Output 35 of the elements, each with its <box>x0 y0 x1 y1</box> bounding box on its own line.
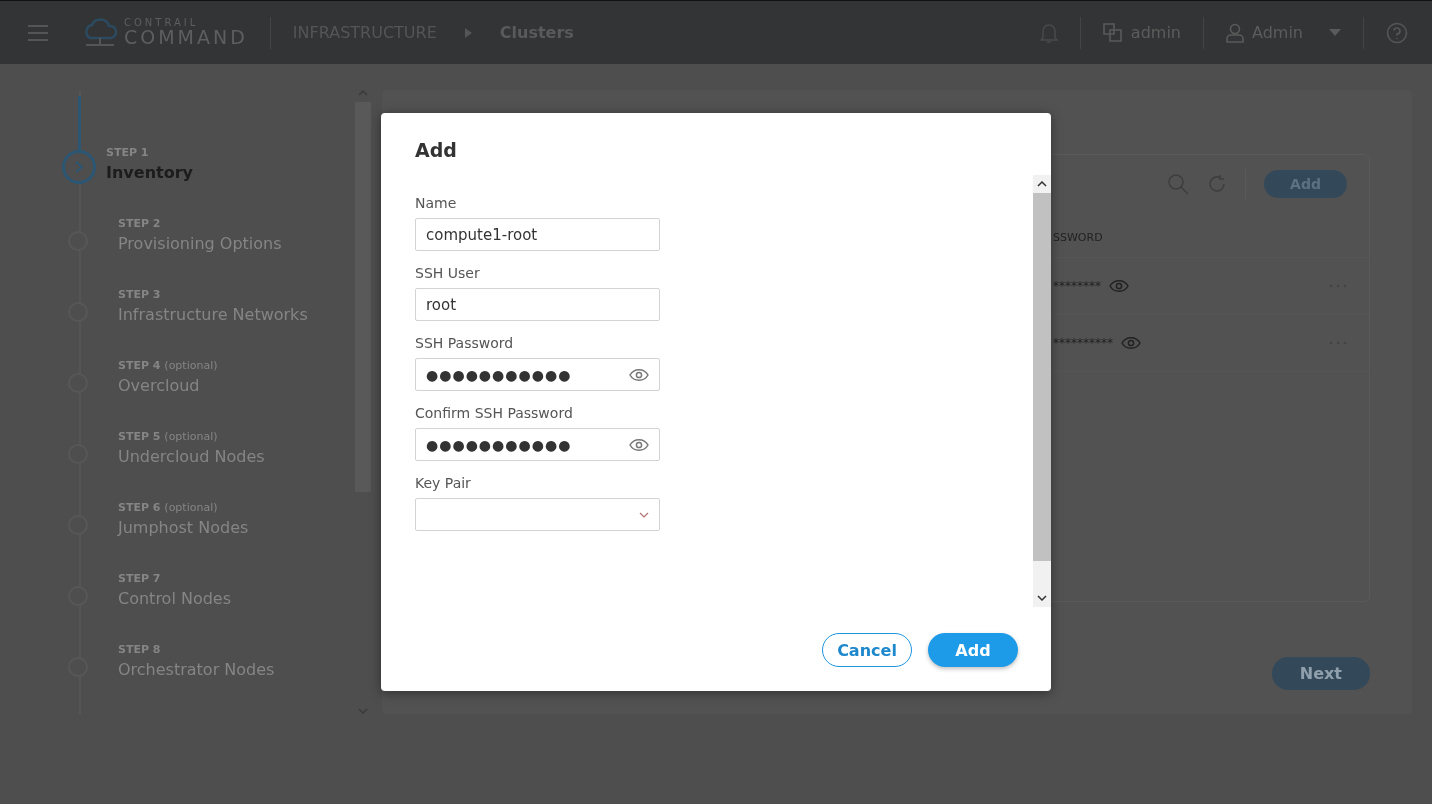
scrollbar-thumb[interactable] <box>1033 193 1051 561</box>
masked-password: ********** <box>1053 336 1113 350</box>
cloud-logo-icon <box>82 17 118 48</box>
input-field[interactable]: compute1-root <box>415 218 660 251</box>
chevron-down-icon <box>639 511 649 518</box>
masked-password: ******** <box>1053 279 1101 293</box>
password-field[interactable]: ●●●●●●●●●●● <box>415 358 660 391</box>
caret-right-icon <box>464 27 472 38</box>
masked-password: ●●●●●●●●●●● <box>426 366 572 383</box>
chevron-right-icon <box>75 161 83 173</box>
menu-icon[interactable] <box>28 24 48 41</box>
chevron-up-icon[interactable] <box>1037 181 1047 187</box>
caret-down-icon <box>1329 29 1341 36</box>
field-label: Name <box>415 195 457 211</box>
dropdown-field[interactable] <box>415 498 660 531</box>
dialog-title: Add <box>414 138 458 161</box>
masked-password: ●●●●●●●●●●● <box>426 436 572 453</box>
password-field[interactable]: ●●●●●●●●●●● <box>415 428 660 461</box>
field-label: Key Pair <box>415 475 471 491</box>
field-label: SSH User <box>415 265 480 281</box>
field-label: Confirm SSH Password <box>415 405 573 421</box>
step-marker[interactable] <box>62 150 96 184</box>
eye-icon[interactable] <box>1121 336 1141 350</box>
next-button[interactable]: Next <box>1271 657 1370 690</box>
eye-icon[interactable] <box>1109 279 1129 293</box>
add-button[interactable]: Add <box>928 633 1018 667</box>
chevron-down-icon[interactable] <box>1037 595 1047 601</box>
eye-icon[interactable] <box>629 437 649 452</box>
input-field[interactable]: root <box>415 288 660 321</box>
eye-icon[interactable] <box>629 367 649 382</box>
field-label: SSH Password <box>415 335 514 351</box>
windows-icon <box>1102 22 1123 43</box>
help-icon[interactable] <box>1386 21 1408 44</box>
user-icon <box>1226 22 1244 43</box>
cancel-button[interactable]: Cancel <box>822 633 912 667</box>
